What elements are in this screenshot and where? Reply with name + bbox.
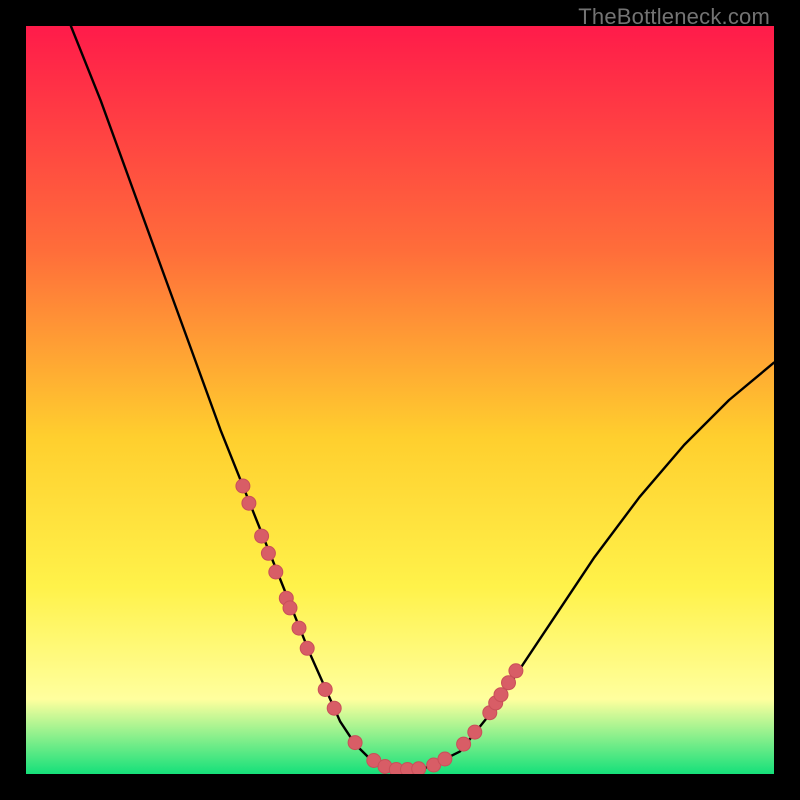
chart-frame: [26, 26, 774, 774]
dot: [242, 496, 256, 510]
dot: [318, 683, 332, 697]
dot: [292, 621, 306, 635]
gradient-background: [26, 26, 774, 774]
dot: [412, 762, 426, 774]
dot: [283, 601, 297, 615]
dot: [269, 565, 283, 579]
dot: [236, 479, 250, 493]
dot: [494, 688, 508, 702]
dot: [255, 529, 269, 543]
dot: [509, 664, 523, 678]
dot: [457, 737, 471, 751]
dot: [348, 736, 362, 750]
dot: [468, 725, 482, 739]
dot: [438, 752, 452, 766]
dot: [261, 546, 275, 560]
bottleneck-chart: [26, 26, 774, 774]
watermark-text: TheBottleneck.com: [578, 4, 770, 30]
dot: [300, 641, 314, 655]
dot: [327, 701, 341, 715]
